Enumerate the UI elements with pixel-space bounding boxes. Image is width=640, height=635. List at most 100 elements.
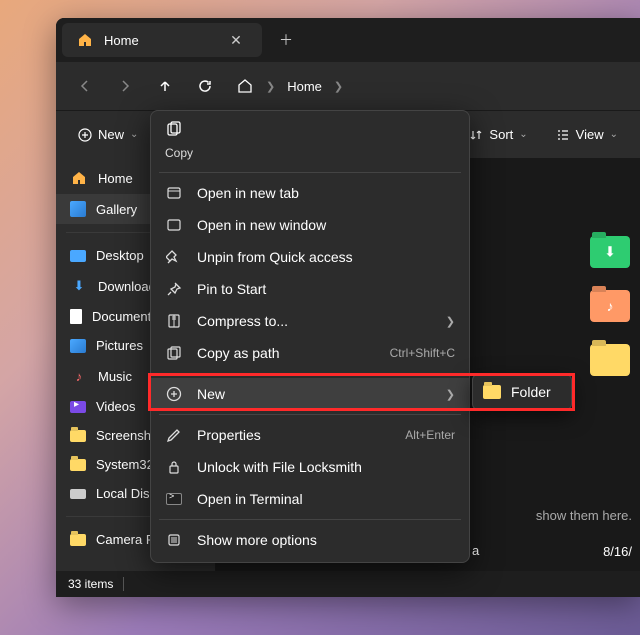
view-label: View <box>576 127 604 142</box>
menu-label: Unlock with File Locksmith <box>197 459 362 475</box>
chevron-right-icon: ❯ <box>446 388 455 401</box>
disk-icon <box>70 489 86 499</box>
divider <box>159 172 461 173</box>
context-new[interactable]: New ❯ <box>151 378 469 410</box>
new-tab-button[interactable]: ＋ <box>272 26 300 54</box>
context-pin-start[interactable]: Pin to Start <box>151 273 469 305</box>
shortcut-text: Alt+Enter <box>405 428 455 442</box>
video-icon <box>70 401 86 413</box>
desktop-wallpaper: Home ✕ ＋ ❯ <box>0 0 640 635</box>
date-text: 8/16/ <box>603 544 632 559</box>
menu-label: Copy as path <box>197 345 280 361</box>
download-icon: ⬇ <box>604 244 616 261</box>
downloads-folder-tile[interactable]: ⬇ <box>590 236 630 268</box>
menu-label: Properties <box>197 427 261 443</box>
unpin-icon <box>165 249 183 265</box>
divider <box>159 414 461 415</box>
sidebar-label: Gallery <box>96 202 137 217</box>
context-show-more-options[interactable]: Show more options <box>151 524 469 556</box>
sidebar-label: Pictures <box>96 338 143 353</box>
divider <box>159 373 461 374</box>
music-folder-tile[interactable]: ♪ <box>590 290 630 322</box>
new-tab-icon <box>165 185 183 201</box>
copy-label: Copy <box>165 146 193 160</box>
menu-label: New <box>197 386 225 402</box>
copy-icon <box>165 121 183 144</box>
more-icon <box>165 532 183 548</box>
chevron-down-icon: ⌄ <box>610 129 618 140</box>
folder-grid: ⬇ ♪ <box>590 236 630 376</box>
folder-icon <box>70 534 86 546</box>
chevron-down-icon: ⌄ <box>519 129 527 140</box>
folder-tile[interactable] <box>590 344 630 376</box>
menu-label: Unpin from Quick access <box>197 249 353 265</box>
refresh-button[interactable] <box>186 68 224 104</box>
properties-icon <box>165 427 183 443</box>
sort-label: Sort <box>489 127 513 142</box>
folder-icon <box>70 430 86 442</box>
desktop-icon <box>70 250 86 262</box>
context-open-new-tab[interactable]: Open in new tab <box>151 177 469 209</box>
breadcrumb[interactable]: ❯ Home ❯ <box>236 77 630 95</box>
sidebar-label: Music <box>98 369 132 384</box>
back-button[interactable] <box>66 68 104 104</box>
folder-icon <box>483 385 501 399</box>
sidebar-label: Local Disk <box>96 486 156 501</box>
context-unlock-locksmith[interactable]: Unlock with File Locksmith <box>151 451 469 483</box>
lock-icon <box>165 459 183 475</box>
forward-button[interactable] <box>106 68 144 104</box>
address-value: a <box>472 543 479 558</box>
sort-button[interactable]: Sort ⌄ <box>459 121 537 148</box>
menu-label: Pin to Start <box>197 281 266 297</box>
context-properties[interactable]: Properties Alt+Enter <box>151 419 469 451</box>
shortcut-text: Ctrl+Shift+C <box>390 346 455 360</box>
up-button[interactable] <box>146 68 184 104</box>
context-open-new-window[interactable]: Open in new window <box>151 209 469 241</box>
sidebar-label: System32 <box>96 457 154 472</box>
view-button[interactable]: View ⌄ <box>546 121 628 148</box>
tab-title: Home <box>104 33 139 48</box>
new-window-icon <box>165 217 183 233</box>
plus-circle-icon <box>165 386 183 402</box>
home-icon <box>76 31 94 49</box>
chevron-right-icon: ❯ <box>446 315 455 328</box>
menu-label: Open in new tab <box>197 185 299 201</box>
status-bar: 33 items <box>56 571 640 597</box>
hint-text: show them here. <box>536 508 632 523</box>
context-open-terminal[interactable]: Open in Terminal <box>151 483 469 515</box>
sidebar-label: Videos <box>96 399 136 414</box>
chevron-right-icon: ❯ <box>334 80 343 93</box>
divider <box>159 519 461 520</box>
tab-home[interactable]: Home ✕ <box>62 23 262 57</box>
new-submenu-folder[interactable]: Folder <box>472 374 572 410</box>
context-menu: Copy Open in new tab Open in new window … <box>150 110 470 563</box>
download-icon: ⬇ <box>70 277 88 295</box>
music-icon: ♪ <box>607 298 614 314</box>
chevron-down-icon: ⌄ <box>130 129 138 140</box>
pictures-icon <box>70 339 86 353</box>
sidebar-label: Documents <box>92 309 158 324</box>
context-copy-path[interactable]: Copy as path Ctrl+Shift+C <box>151 337 469 369</box>
copy-path-icon <box>165 345 183 361</box>
menu-label: Open in Terminal <box>197 491 303 507</box>
context-copy-action[interactable]: Copy <box>151 117 469 168</box>
compress-icon <box>165 313 183 329</box>
tab-close-button[interactable]: ✕ <box>222 26 250 54</box>
menu-label: Compress to... <box>197 313 288 329</box>
document-icon <box>70 309 82 324</box>
divider <box>123 577 124 591</box>
menu-label: Open in new window <box>197 217 326 233</box>
status-items-count: 33 items <box>68 577 113 591</box>
new-button[interactable]: New ⌄ <box>68 121 148 148</box>
new-label: New <box>98 127 124 142</box>
sidebar-label: Desktop <box>96 248 144 263</box>
menu-label: Show more options <box>197 532 317 548</box>
music-icon: ♪ <box>70 367 88 385</box>
context-compress[interactable]: Compress to... ❯ <box>151 305 469 337</box>
terminal-icon <box>165 493 183 505</box>
breadcrumb-location: Home <box>287 79 322 94</box>
context-unpin-quick-access[interactable]: Unpin from Quick access <box>151 241 469 273</box>
chevron-right-icon: ❯ <box>266 80 275 93</box>
pin-icon <box>165 281 183 297</box>
gallery-icon <box>70 201 86 217</box>
